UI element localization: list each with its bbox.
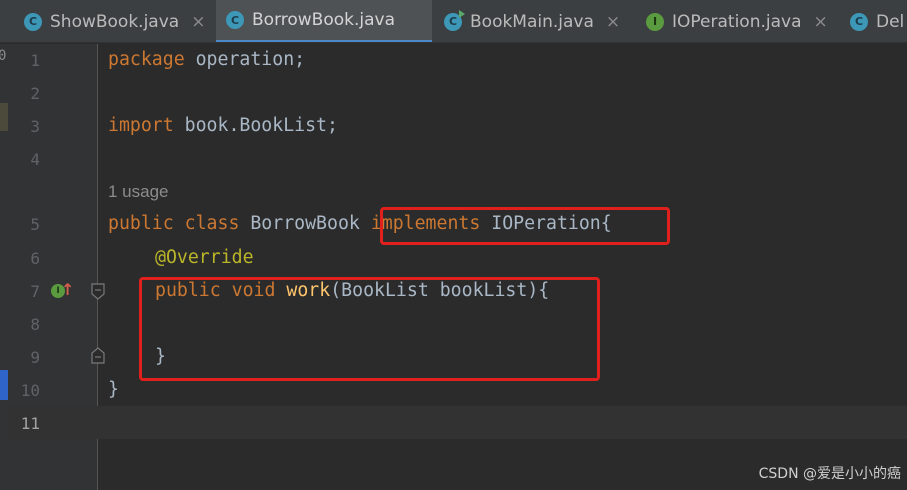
tab-del[interactable]: C Del <box>842 0 907 42</box>
code-line-1[interactable]: package operation; <box>108 49 305 70</box>
left-tool-strip: 0 <box>0 44 8 490</box>
class-name: BorrowBook <box>239 213 371 234</box>
interface-file-icon: I <box>646 12 664 31</box>
line-number: 5 <box>30 215 40 234</box>
usage-hint[interactable]: 1 usage <box>108 182 169 202</box>
line-number: 6 <box>30 249 40 268</box>
ide-window: C ShowBook.java × C BorrowBook.java C Bo… <box>0 0 907 490</box>
tab-showbook[interactable]: C ShowBook.java × <box>16 0 212 42</box>
strip-marker <box>0 103 8 131</box>
line-number: 4 <box>30 150 40 169</box>
close-icon[interactable]: × <box>191 12 205 32</box>
tab-label: Del <box>876 11 905 32</box>
code-line-3[interactable]: import book.BookList; <box>108 115 338 136</box>
tab-bookmain[interactable]: C BookMain.java × <box>436 0 632 42</box>
current-line-highlight <box>8 406 907 439</box>
line-number: 9 <box>30 348 40 367</box>
line-number: 1 <box>30 51 40 70</box>
tab-borrowbook[interactable]: C BorrowBook.java <box>216 0 432 42</box>
tab-ioperation[interactable]: I IOPeration.java × <box>638 0 842 42</box>
up-arrow-icon[interactable]: ↑ <box>61 280 74 299</box>
line-number-current: 11 <box>20 414 40 433</box>
strip-marker <box>0 370 8 400</box>
close-icon[interactable]: × <box>814 12 828 32</box>
tab-label: BookMain.java <box>470 11 594 32</box>
annotation: @Override <box>155 247 254 268</box>
keyword: package <box>108 49 185 70</box>
close-icon[interactable]: × <box>606 12 620 32</box>
fold-close-icon[interactable] <box>90 346 106 364</box>
tab-label: IOPeration.java <box>672 11 802 32</box>
keyword: import <box>108 115 174 136</box>
keyword: public class <box>108 213 240 234</box>
tab-label: ShowBook.java <box>50 11 180 32</box>
class-file-icon: C <box>850 12 868 31</box>
code-text: book.BookList; <box>173 115 338 136</box>
class-file-icon: C <box>24 12 42 31</box>
code-text: } <box>108 379 119 400</box>
highlight-box-method <box>139 277 600 381</box>
class-file-icon: C <box>226 11 244 29</box>
code-line-10[interactable]: } <box>108 379 119 400</box>
code-line-6[interactable]: @Override <box>155 247 254 268</box>
tab-label: BorrowBook.java <box>252 10 396 30</box>
line-number: 7 <box>30 282 40 301</box>
strip-digit: 0 <box>0 48 7 64</box>
editor-tab-bar: C ShowBook.java × C BorrowBook.java C Bo… <box>0 0 907 43</box>
fold-open-icon[interactable] <box>90 283 106 301</box>
line-number: 3 <box>30 117 40 136</box>
highlight-box-implements <box>380 207 670 245</box>
line-number: 10 <box>20 381 40 400</box>
main-class-file-icon: C <box>444 9 465 31</box>
code-text: operation; <box>184 49 306 70</box>
watermark: CSDN @爱是小小的癌 <box>758 466 901 482</box>
line-number: 2 <box>30 84 40 103</box>
line-number: 8 <box>30 315 40 334</box>
